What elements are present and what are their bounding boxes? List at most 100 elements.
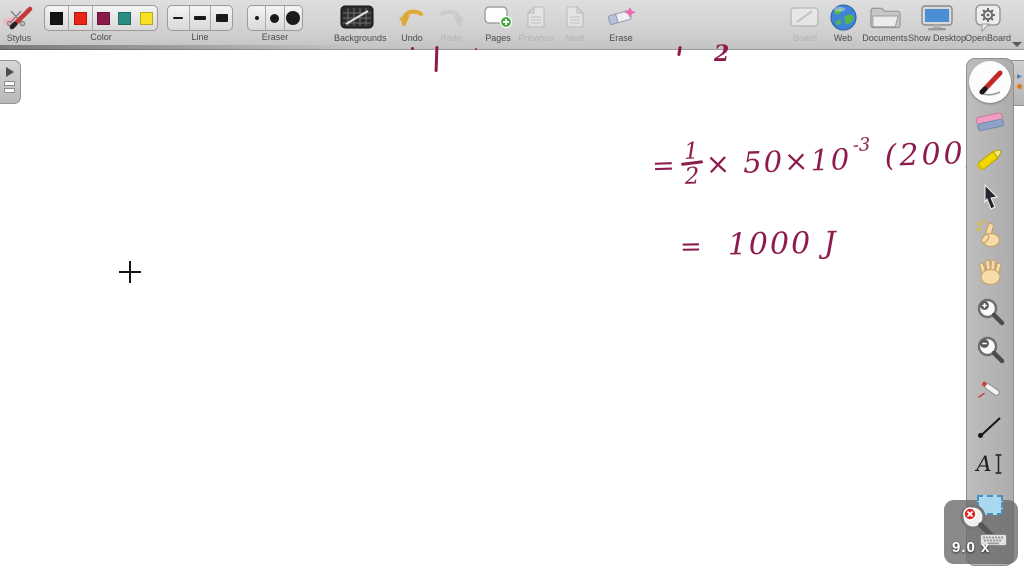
show-desktop-button[interactable]: Show Desktop	[908, 2, 966, 43]
text-tool-a-glyph: A	[976, 452, 992, 476]
equals-sign: =	[651, 150, 676, 182]
zoom-out-tool-button[interactable]	[973, 333, 1007, 367]
pointing-hand-icon	[975, 218, 1001, 248]
redo-button[interactable]: Redo	[433, 2, 469, 43]
openboard-menu-caret-icon[interactable]	[1012, 42, 1022, 47]
openboard-menu-label: OpenBoard	[964, 33, 1012, 43]
equals-sign: =	[679, 231, 703, 263]
web-mode-button[interactable]: Web	[826, 2, 860, 43]
next-page-button[interactable]: Next	[558, 2, 592, 43]
whiteboard-canvas[interactable]: 2 = 1 2 × 50×10 -3 (200) 2 = 1000 J	[0, 41, 1024, 576]
open-hand-icon	[978, 258, 1001, 285]
previous-page-button[interactable]: Previous	[516, 2, 556, 43]
line-icon	[978, 417, 1001, 438]
eraser-group: Eraser	[247, 2, 303, 42]
line-label: Line	[191, 32, 209, 42]
library-drawer-tab[interactable]	[0, 60, 21, 104]
stylus-icon	[0, 2, 38, 32]
pen-icon	[979, 70, 1003, 96]
pages-label: Pages	[485, 33, 511, 43]
next-page-icon	[558, 2, 592, 32]
undo-icon	[393, 2, 431, 32]
color-red-button[interactable]	[67, 6, 92, 30]
equation-body: × 50×10	[705, 142, 852, 182]
mini-play-icon	[1017, 74, 1022, 79]
board-mode-label: Board	[792, 33, 818, 43]
pages-button[interactable]: Pages	[478, 2, 518, 43]
yellow-swatch[interactable]	[139, 11, 153, 25]
pen-tool-button[interactable]	[973, 65, 1007, 99]
text-tool-button[interactable]: A	[973, 447, 1007, 481]
laser-pointer-icon	[978, 381, 1000, 398]
ink-fragment-two: 2	[714, 41, 730, 67]
drawer-grip-icon	[0, 81, 20, 93]
teal-swatch[interactable]	[118, 11, 132, 25]
line-group: Line	[167, 2, 233, 42]
interact-tool-button[interactable]	[973, 217, 1007, 251]
line-medium-button[interactable]	[188, 6, 211, 30]
equation-line-2: = 1000 J	[680, 226, 838, 264]
laser-pointer-tool-button[interactable]	[973, 372, 1007, 406]
eraser-tool-button[interactable]	[973, 106, 1007, 140]
erase-all-button[interactable]: Erase	[600, 2, 642, 43]
line-tool-button[interactable]	[973, 410, 1007, 444]
documents-folder-icon	[858, 2, 912, 32]
zoom-in-tool-button[interactable]	[973, 295, 1007, 329]
backgrounds-button[interactable]: Backgrounds	[334, 2, 387, 43]
openboard-menu-button[interactable]: OpenBoard	[960, 2, 1016, 43]
line-thick-button[interactable]	[210, 6, 232, 30]
maroon-swatch[interactable]	[97, 11, 111, 25]
show-desktop-icon	[908, 2, 966, 32]
fraction-one-half: 1 2	[680, 138, 704, 190]
selector-tool-button[interactable]	[973, 180, 1007, 214]
backgrounds-icon	[334, 2, 380, 32]
next-page-label: Next	[565, 33, 585, 43]
undo-label: Undo	[401, 33, 423, 43]
equation-exponent: -3	[852, 134, 871, 156]
eraser-medium-button[interactable]	[265, 6, 283, 30]
ink-fragment-stroke	[434, 45, 439, 73]
web-globe-icon	[826, 2, 860, 32]
pages-icon	[478, 2, 518, 32]
color-more-buttons[interactable]	[91, 6, 157, 30]
color-black-button[interactable]	[45, 6, 68, 30]
line-thin-button[interactable]	[168, 6, 189, 30]
red-swatch	[73, 11, 87, 25]
undo-button[interactable]: Undo	[393, 2, 431, 43]
equation-line-1: = 1 2 × 50×10 -3 (200) 2	[651, 121, 995, 190]
erase-all-label: Erase	[609, 33, 633, 43]
board-mode-button[interactable]: Board	[786, 2, 824, 43]
equation-result: 1000 J	[727, 225, 839, 263]
eraser-label: Eraser	[261, 32, 289, 42]
board-mode-icon	[786, 2, 824, 32]
web-mode-label: Web	[833, 33, 853, 43]
black-swatch	[49, 11, 63, 25]
zoom-in-icon	[977, 298, 1005, 326]
color-label: Color	[90, 32, 112, 42]
highlighter-tool-button[interactable]	[973, 142, 1007, 176]
hand-pan-tool-button[interactable]	[973, 254, 1007, 288]
text-cursor-icon	[995, 454, 1002, 474]
main-toolbar: Stylus Color Line Eraser Backgrounds Und…	[0, 0, 1024, 50]
backgrounds-label: Backgrounds	[334, 33, 387, 43]
ink-fragment-dot	[411, 47, 414, 50]
eraser-icon	[975, 112, 1005, 132]
openboard-gear-icon	[960, 2, 1016, 32]
pen-crosshair-cursor	[119, 261, 141, 283]
show-desktop-label: Show Desktop	[908, 33, 967, 43]
erase-all-icon	[600, 2, 642, 32]
color-group: Color	[44, 2, 158, 42]
cursor-arrow-icon	[984, 183, 999, 210]
documents-button[interactable]: Documents	[858, 2, 912, 43]
eraser-large-button[interactable]	[283, 6, 302, 30]
expand-right-arrow-icon	[6, 67, 14, 77]
previous-page-icon	[516, 2, 556, 32]
stylus-button[interactable]: Stylus	[0, 2, 38, 43]
zoom-out-icon	[977, 336, 1005, 364]
eraser-small-button[interactable]	[248, 6, 265, 30]
highlighter-icon	[976, 149, 1002, 171]
ink-fragment-tick	[677, 45, 682, 57]
documents-label: Documents	[862, 33, 908, 43]
redo-icon	[433, 2, 469, 32]
previous-page-label: Previous	[518, 33, 554, 43]
